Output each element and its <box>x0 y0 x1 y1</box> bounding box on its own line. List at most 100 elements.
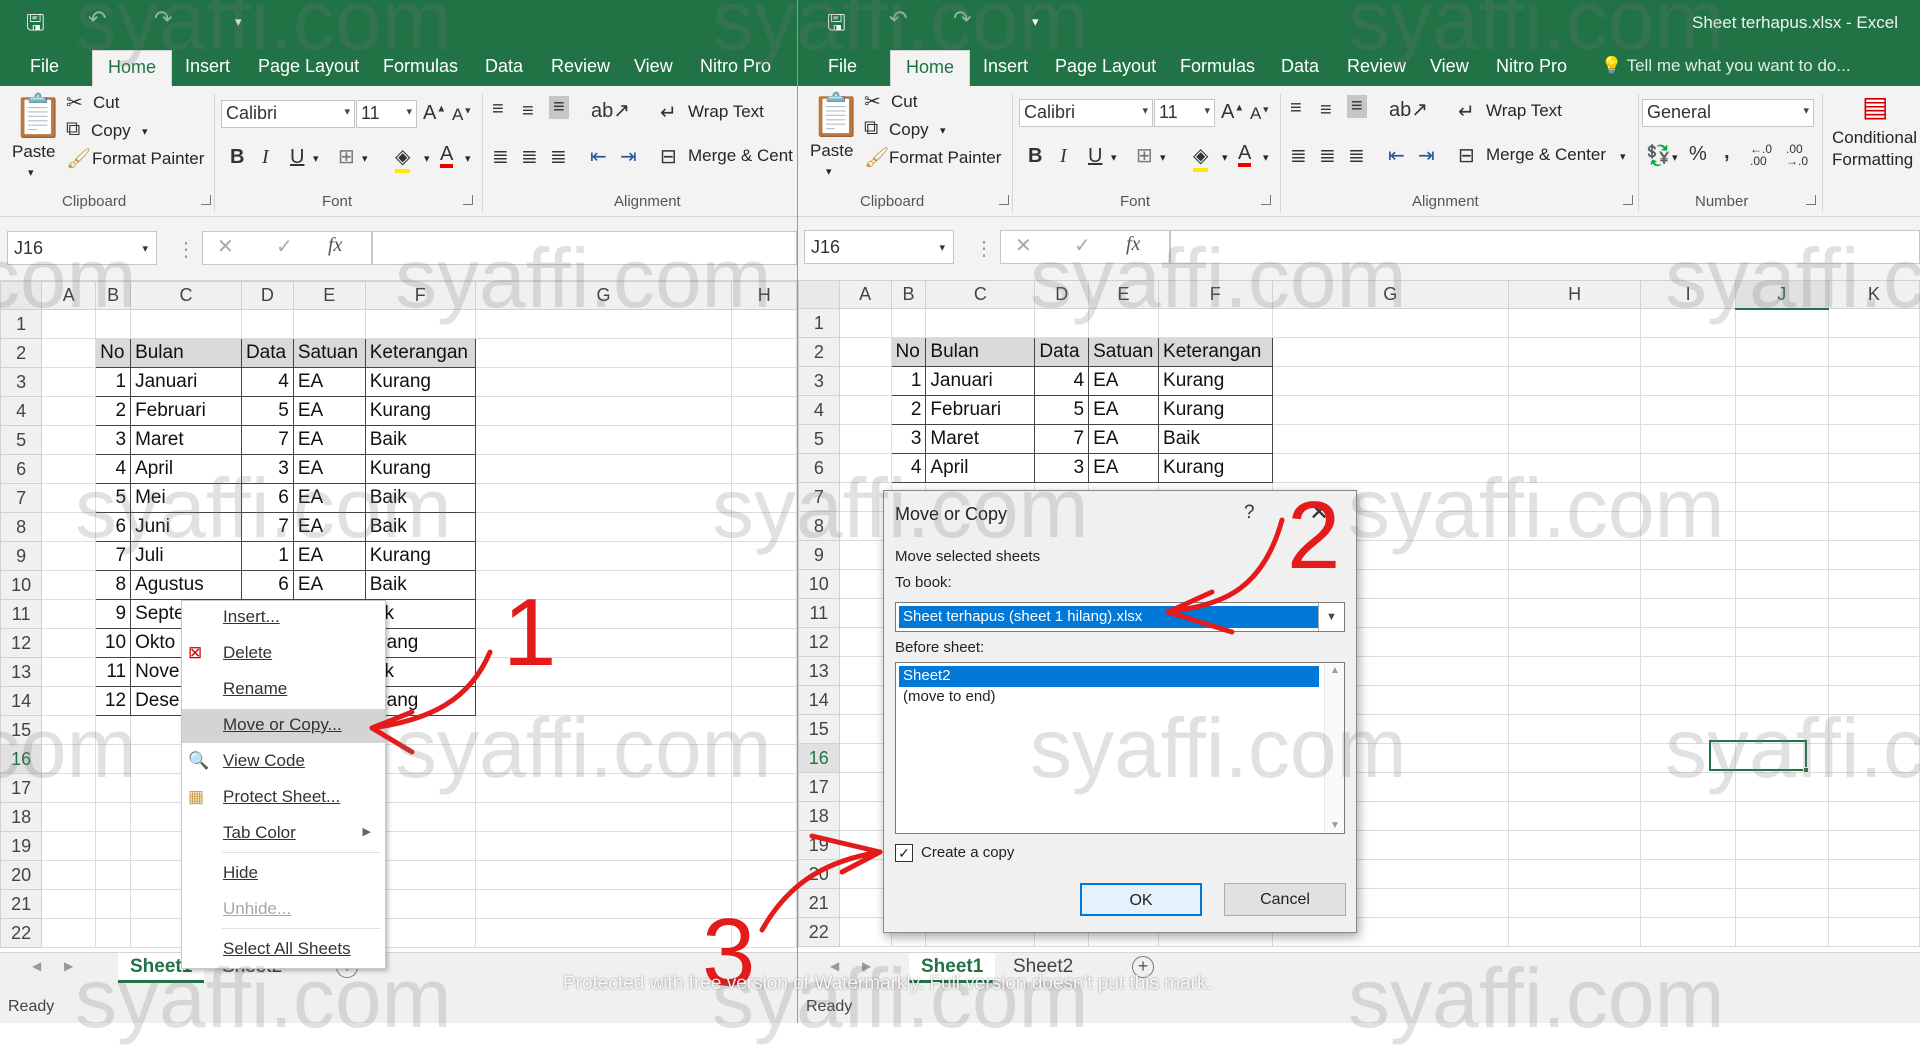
cell[interactable] <box>1271 424 1509 454</box>
font-name-combo[interactable]: Calibri ▾ <box>1019 99 1153 127</box>
cell[interactable]: Baik <box>364 425 476 455</box>
cell[interactable]: Baik <box>364 483 476 513</box>
row-header[interactable]: 4 <box>798 395 840 425</box>
cell[interactable]: EA <box>1088 366 1160 396</box>
row-header[interactable]: 2 <box>0 338 43 368</box>
font-name-dropdown-icon[interactable]: ▾ <box>1142 104 1148 117</box>
cell[interactable] <box>41 657 97 687</box>
row-header[interactable]: 21 <box>0 889 43 919</box>
cell[interactable]: EA <box>292 396 366 426</box>
cell[interactable] <box>1640 859 1736 889</box>
row-header[interactable]: 18 <box>0 802 43 832</box>
cell[interactable] <box>474 831 733 861</box>
column-header[interactable]: K <box>1827 280 1920 309</box>
clipboard-launcher-icon[interactable] <box>201 195 211 205</box>
cell[interactable] <box>1507 656 1642 686</box>
cell[interactable] <box>95 860 132 890</box>
cell[interactable] <box>1734 656 1829 686</box>
cell[interactable]: 10 <box>95 628 132 658</box>
cell[interactable] <box>41 802 97 832</box>
row-header[interactable]: 13 <box>0 657 43 687</box>
cell[interactable] <box>1088 308 1160 338</box>
undo-icon[interactable]: ↶ <box>88 6 106 32</box>
paste-icon[interactable]: 📋 <box>12 92 64 141</box>
scroll-tabs-right-icon[interactable]: ▶ <box>862 959 871 973</box>
cell[interactable]: EA <box>292 512 366 542</box>
orientation-icon[interactable]: ab↗ <box>591 98 630 123</box>
column-header[interactable]: B <box>890 280 927 309</box>
cell[interactable] <box>474 309 733 339</box>
cell[interactable] <box>731 396 797 426</box>
cell[interactable] <box>1827 627 1920 657</box>
cell[interactable]: 7 <box>1034 424 1090 454</box>
cell[interactable] <box>41 860 97 890</box>
row-header[interactable]: 7 <box>798 482 840 512</box>
font-size-combo[interactable]: 11 ▾ <box>1154 99 1215 127</box>
cell[interactable] <box>1827 801 1920 831</box>
align-center-icon[interactable]: ≣ <box>521 144 538 169</box>
enter-icon[interactable]: ✓ <box>1074 233 1091 258</box>
number-launcher-icon[interactable] <box>1806 195 1816 205</box>
merge-dropdown-icon[interactable]: ▾ <box>1620 150 1626 163</box>
cell[interactable] <box>1271 337 1509 367</box>
tab-data[interactable]: Data <box>1281 56 1319 77</box>
row-header[interactable]: 17 <box>0 773 43 803</box>
cell[interactable]: April <box>130 454 242 484</box>
list-item-sheet2[interactable]: Sheet2 <box>899 666 1319 687</box>
cell[interactable] <box>731 425 797 455</box>
cell[interactable]: Baik <box>364 570 476 600</box>
borders-dropdown-icon[interactable]: ▾ <box>362 152 368 165</box>
cell[interactable] <box>838 337 892 367</box>
cell[interactable]: Baik <box>364 512 476 542</box>
cell[interactable] <box>41 309 97 339</box>
redo-icon[interactable]: ↷ <box>154 6 172 32</box>
cell[interactable] <box>41 396 97 426</box>
cell[interactable] <box>95 773 132 803</box>
merge-center-button[interactable]: Merge & Center <box>1486 145 1606 165</box>
column-header[interactable]: G <box>1271 280 1509 309</box>
cell[interactable] <box>41 715 97 745</box>
row-header[interactable]: 22 <box>798 917 840 947</box>
cell[interactable]: EA <box>292 425 366 455</box>
cell[interactable] <box>731 686 797 716</box>
cell[interactable]: EA <box>1088 453 1160 483</box>
cell[interactable] <box>1734 337 1829 367</box>
cell[interactable]: EA <box>1088 424 1160 454</box>
cell[interactable]: 1 <box>240 541 294 571</box>
decrease-font-icon[interactable]: A▼ <box>452 105 472 125</box>
accounting-dropdown-icon[interactable]: ▾ <box>1672 151 1678 164</box>
cell[interactable] <box>1271 308 1509 338</box>
row-header[interactable]: 11 <box>798 598 840 628</box>
cell[interactable] <box>1640 511 1736 541</box>
row-header[interactable]: 6 <box>798 453 840 483</box>
column-header[interactable]: D <box>240 281 294 310</box>
enter-icon[interactable]: ✓ <box>276 234 293 259</box>
borders-icon[interactable]: ⊞ <box>1136 143 1153 168</box>
column-header[interactable]: G <box>474 281 733 310</box>
cell[interactable]: 6 <box>95 512 132 542</box>
menu-item-delete[interactable]: ⊠ Delete <box>182 637 385 671</box>
cell[interactable] <box>1734 859 1829 889</box>
cell[interactable]: No <box>890 337 927 367</box>
cell[interactable] <box>1734 598 1829 628</box>
cell[interactable] <box>41 918 97 948</box>
cell[interactable] <box>1640 830 1736 860</box>
paste-button[interactable]: Paste <box>810 141 853 161</box>
cell[interactable] <box>1734 830 1829 860</box>
cell[interactable]: 3 <box>95 425 132 455</box>
cell[interactable] <box>1640 685 1736 715</box>
format-painter-button[interactable]: Format Painter <box>889 148 1001 168</box>
orientation-icon[interactable]: ab↗ <box>1389 97 1428 122</box>
cell[interactable] <box>1640 598 1736 628</box>
cell[interactable] <box>1827 772 1920 802</box>
cell[interactable]: Kurang <box>1158 395 1273 425</box>
cell[interactable] <box>1507 743 1642 773</box>
cell[interactable] <box>1734 888 1829 918</box>
cell[interactable]: EA <box>292 541 366 571</box>
select-all-corner[interactable] <box>798 280 840 309</box>
paste-icon[interactable]: 📋 <box>810 91 862 140</box>
font-size-dropdown-icon[interactable]: ▾ <box>406 105 412 118</box>
cell[interactable] <box>731 860 797 890</box>
cell[interactable] <box>731 309 797 339</box>
cell[interactable]: EA <box>292 367 366 397</box>
